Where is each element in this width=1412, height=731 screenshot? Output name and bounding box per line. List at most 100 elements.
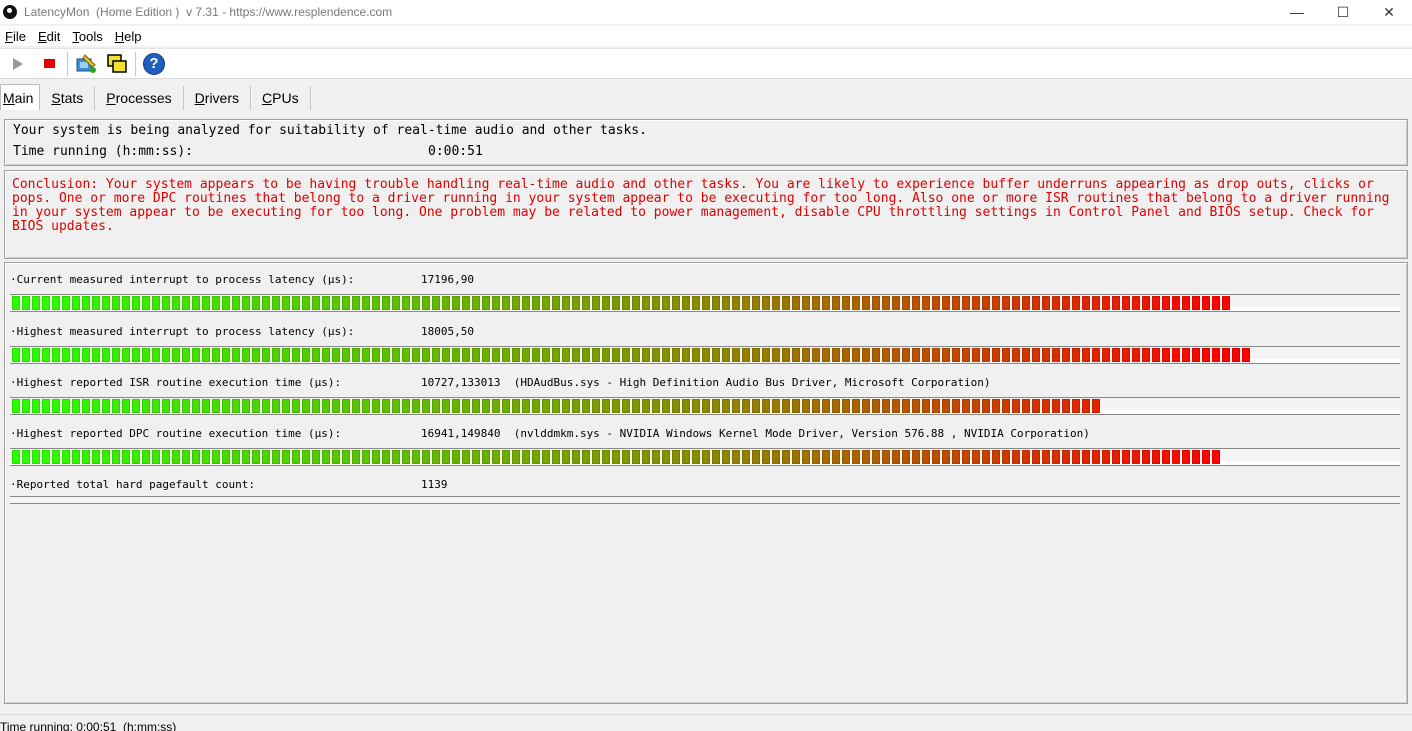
metric-value-dpc-time: 16941,149840 (nvlddmkm.sys - NVIDIA Wind… (421, 427, 1090, 440)
bar-segment (1132, 296, 1140, 310)
bar-segment (1002, 296, 1010, 310)
bar-segment (462, 348, 470, 362)
bar-segment (802, 399, 810, 413)
bar-segment (302, 399, 310, 413)
bar-segment (372, 399, 380, 413)
bar-segment (1122, 348, 1130, 362)
bar-segment (562, 348, 570, 362)
bar-segment (452, 296, 460, 310)
windows-button[interactable] (104, 51, 130, 77)
bar-segment (142, 296, 150, 310)
bar-segment (552, 296, 560, 310)
bar-segment (912, 296, 920, 310)
menu-edit[interactable]: Edit (32, 29, 66, 44)
bar-segment (822, 296, 830, 310)
bar-segment (102, 296, 110, 310)
bar-segment (1192, 450, 1200, 464)
bar-segment (632, 348, 640, 362)
bar-segment (1062, 348, 1070, 362)
bar-segment (992, 348, 1000, 362)
tab-processes[interactable]: Processes (95, 86, 184, 110)
bar-segment (162, 296, 170, 310)
bar-segment (1062, 399, 1070, 413)
bar-segment (1242, 348, 1250, 362)
help-button[interactable]: ? (141, 51, 167, 77)
bar-segment (1042, 399, 1050, 413)
bar-segment (512, 450, 520, 464)
tab-cpus[interactable]: C PUs (251, 86, 311, 110)
bar-segment (1052, 399, 1060, 413)
bar-segment (1182, 348, 1190, 362)
bar-segment (1182, 450, 1190, 464)
bar-segment (752, 450, 760, 464)
window-controls: — ☐ ✕ (1274, 0, 1412, 24)
bar-segment (432, 348, 440, 362)
bar-segment (612, 348, 620, 362)
bar-segment (472, 296, 480, 310)
bar-segment (332, 399, 340, 413)
bar-segment (952, 296, 960, 310)
stop-button[interactable] (36, 51, 62, 77)
bar-segment (892, 399, 900, 413)
bar-segment (32, 296, 40, 310)
bar-segment (882, 399, 890, 413)
bar-segment (82, 399, 90, 413)
bar-segment (822, 348, 830, 362)
bar-segment (932, 296, 940, 310)
bar-segment (652, 450, 660, 464)
bar-segment (92, 399, 100, 413)
metric-label-isr-time: ·Highest reported ISR routine execution … (10, 376, 342, 389)
bar-segment (1032, 348, 1040, 362)
menu-help[interactable]: Help (109, 29, 148, 44)
bar-segment (732, 348, 740, 362)
bar-segment (742, 399, 750, 413)
bar-segment (122, 450, 130, 464)
bar-segment (62, 450, 70, 464)
bar-segment (302, 348, 310, 362)
bar-segment (1082, 450, 1090, 464)
minimize-button[interactable]: — (1274, 0, 1320, 24)
start-button[interactable] (5, 51, 31, 77)
toolbar-separator (135, 51, 136, 76)
bar-segment (582, 348, 590, 362)
bar-segment (522, 348, 530, 362)
bar-segment (132, 348, 140, 362)
bar-segment (1212, 296, 1220, 310)
close-button[interactable]: ✕ (1366, 0, 1412, 24)
bar-segment (692, 348, 700, 362)
latency-bar-dpc (10, 448, 1400, 466)
bar-segment (242, 450, 250, 464)
bar-segment (1022, 348, 1030, 362)
menu-tools[interactable]: Tools (66, 29, 108, 44)
bar-segment (342, 399, 350, 413)
bar-segment (192, 348, 200, 362)
bar-segment (1212, 348, 1220, 362)
bar-segment (572, 399, 580, 413)
tab-main[interactable]: Main (0, 84, 41, 110)
tab-drivers[interactable]: Drivers (184, 86, 252, 110)
maximize-button[interactable]: ☐ (1320, 0, 1366, 24)
bar-segment (742, 450, 750, 464)
bar-segment (352, 348, 360, 362)
bar-segment (992, 450, 1000, 464)
bar-segment (772, 399, 780, 413)
menu-file[interactable]: File (0, 29, 32, 44)
bar-segment (512, 399, 520, 413)
bar-segment (782, 296, 790, 310)
bar-segment (122, 399, 130, 413)
bar-segment (262, 399, 270, 413)
bar-segment (1032, 296, 1040, 310)
driver-button[interactable] (73, 51, 99, 77)
bar-segment (12, 450, 20, 464)
bar-segment (252, 450, 260, 464)
bar-segment (542, 450, 550, 464)
conclusion-panel: Conclusion: Your system appears to be ha… (4, 170, 1408, 259)
bar-segment (42, 399, 50, 413)
bar-segment (382, 348, 390, 362)
bar-segment (372, 450, 380, 464)
tab-stats[interactable]: Stats (40, 86, 96, 110)
toolbar: ? (0, 48, 1412, 79)
bar-segment (682, 399, 690, 413)
bar-segment (112, 296, 120, 310)
bar-segment (902, 450, 910, 464)
